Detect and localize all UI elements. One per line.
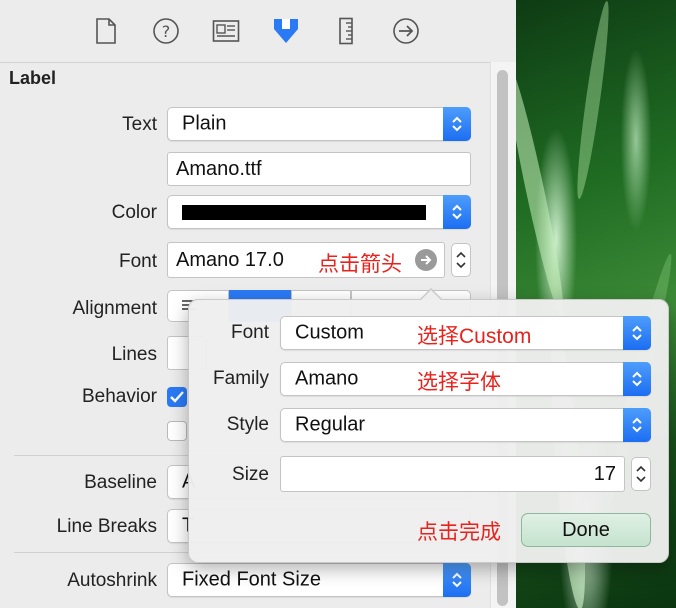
popup-chevron-icon <box>623 362 651 396</box>
popover-font-value: Custom <box>295 321 364 344</box>
popup-chevron-icon <box>443 195 471 229</box>
attributes-inspector-icon[interactable] <box>269 14 303 48</box>
popover-family-label: Family <box>213 368 269 389</box>
done-annotation: 点击完成 <box>417 521 501 544</box>
color-popup[interactable] <box>167 195 471 229</box>
inspector-toolbar: ? <box>0 0 516 63</box>
color-label: Color <box>111 202 157 223</box>
text-content-value: Amano.ttf <box>176 158 262 180</box>
text-content-field[interactable]: Amano.ttf <box>167 152 471 186</box>
popup-chevron-icon <box>623 316 651 350</box>
popup-chevron-icon <box>623 408 651 442</box>
behavior-highlighted-checkbox[interactable] <box>167 421 187 441</box>
popover-caret-fill <box>420 290 442 301</box>
font-picker-arrow-icon[interactable] <box>415 249 437 271</box>
popover-family-popup[interactable]: Amano 选择字体 <box>280 362 651 396</box>
popover-size-label: Size <box>232 464 269 485</box>
text-type-popup[interactable]: Plain <box>167 107 471 141</box>
popover-style-value: Regular <box>295 413 366 436</box>
popover-font-label: Font <box>230 322 269 343</box>
popover-family-annotation: 选择字体 <box>417 371 501 394</box>
popover-font-popup[interactable]: Custom 选择Custom <box>280 316 651 350</box>
alignment-label: Alignment <box>72 298 158 319</box>
behavior-label: Behavior <box>82 386 157 407</box>
popup-chevron-icon <box>443 563 471 597</box>
popup-chevron-icon <box>443 107 471 141</box>
popover-font-annotation: 选择Custom <box>417 325 532 348</box>
lines-label: Lines <box>111 344 157 365</box>
autoshrink-label: Autoshrink <box>67 570 157 591</box>
font-size-stepper[interactable] <box>451 243 471 277</box>
connections-inspector-icon[interactable] <box>389 14 423 48</box>
svg-text:?: ? <box>162 22 171 41</box>
section-title-label: Label <box>9 68 57 88</box>
font-value: Amano 17.0 <box>176 249 284 271</box>
file-inspector-icon[interactable] <box>89 14 123 48</box>
font-annotation: 点击箭头 <box>318 253 402 276</box>
identity-inspector-icon[interactable] <box>209 14 243 48</box>
color-swatch <box>182 205 426 220</box>
popover-style-label: Style <box>226 414 269 435</box>
done-button[interactable]: Done <box>521 513 651 547</box>
popover-style-popup[interactable]: Regular <box>280 408 651 442</box>
popover-family-value: Amano <box>295 367 359 390</box>
font-field[interactable]: Amano 17.0 点击箭头 <box>167 242 445 278</box>
popover-size-value: 17 <box>593 463 616 485</box>
behavior-enabled-checkbox[interactable] <box>167 387 187 407</box>
font-popover: Font Custom 选择Custom Family Amano 选择字体 S… <box>188 288 669 563</box>
font-label: Font <box>118 251 157 272</box>
quick-help-icon[interactable]: ? <box>149 14 183 48</box>
text-label: Text <box>122 114 157 135</box>
size-inspector-icon[interactable] <box>329 14 363 48</box>
popover-size-stepper[interactable] <box>631 457 651 491</box>
popover-size-field[interactable]: 17 <box>280 456 625 492</box>
baseline-label: Baseline <box>84 472 157 493</box>
autoshrink-value: Fixed Font Size <box>182 568 321 591</box>
text-type-value: Plain <box>182 112 227 135</box>
autoshrink-popup[interactable]: Fixed Font Size <box>167 563 471 597</box>
line-breaks-label: Line Breaks <box>56 516 157 537</box>
